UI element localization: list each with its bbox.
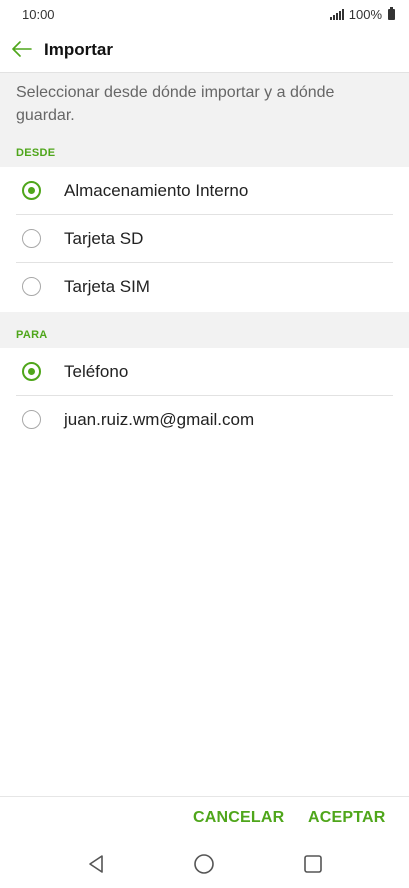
triangle-back-icon	[89, 855, 103, 873]
signal-icon	[329, 9, 344, 20]
arrow-left-icon	[12, 41, 32, 57]
app-bar: Importar	[0, 28, 409, 72]
square-recent-icon	[304, 855, 322, 873]
nav-recent-button[interactable]	[301, 852, 325, 876]
option-label: Tarjeta SIM	[64, 277, 150, 296]
option-label: Tarjeta SD	[64, 229, 144, 248]
page-title: Importar	[44, 40, 113, 59]
circle-home-icon	[194, 854, 214, 874]
radio-button-selected[interactable]	[22, 362, 41, 381]
radio-button[interactable]	[22, 229, 41, 248]
nav-home-button[interactable]	[192, 852, 216, 876]
accept-button[interactable]: ACEPTAR	[308, 809, 386, 827]
battery-icon	[388, 7, 395, 20]
back-button[interactable]	[10, 38, 34, 60]
option-tarjeta-sd[interactable]: Tarjeta SD	[0, 215, 409, 263]
battery-percent: 100%	[348, 7, 382, 22]
option-google-account[interactable]: juan.ruiz.wm@gmail.com	[0, 396, 409, 444]
section-header-para: PARA	[0, 312, 409, 348]
radio-button-selected[interactable]	[22, 181, 41, 200]
section-header-desde: DESDE	[0, 133, 409, 167]
description-text: Seleccionar desde dónde importar y a dón…	[0, 72, 409, 133]
section-title-para: PARA	[16, 329, 48, 341]
section-title-desde: DESDE	[16, 147, 56, 159]
status-bar: 10:00 100%	[0, 0, 409, 28]
option-label: juan.ruiz.wm@gmail.com	[64, 410, 255, 429]
option-label: Teléfono	[64, 362, 129, 381]
option-almacenamiento-interno[interactable]: Almacenamiento Interno	[0, 167, 409, 215]
radio-button[interactable]	[22, 410, 41, 429]
status-time: 10:00	[22, 7, 55, 22]
option-tarjeta-sim[interactable]: Tarjeta SIM	[0, 263, 409, 311]
radio-button[interactable]	[22, 277, 41, 296]
option-telefono[interactable]: Teléfono	[0, 348, 409, 396]
status-indicators: 100%	[329, 7, 395, 22]
option-label: Almacenamiento Interno	[64, 181, 249, 200]
nav-back-button[interactable]	[84, 852, 108, 876]
cancel-button[interactable]: CANCELAR	[193, 809, 284, 827]
system-nav-bar	[0, 840, 409, 888]
footer-divider	[0, 796, 409, 797]
